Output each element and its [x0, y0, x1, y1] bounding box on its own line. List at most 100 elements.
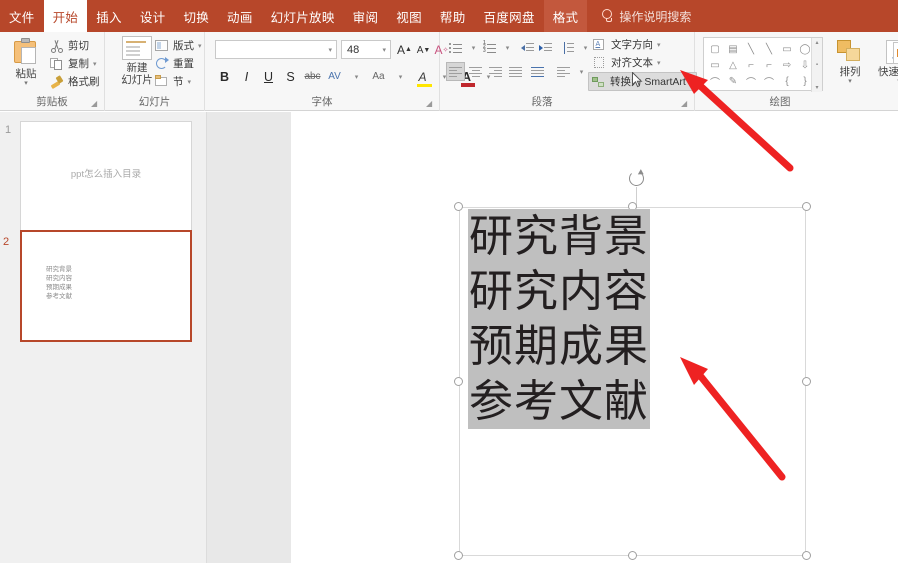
chevron-down-icon[interactable]: ▾ [690, 78, 694, 86]
shapes-scrollbar[interactable]: ▴ ▪ ▾ [811, 38, 822, 92]
line-spacing-button[interactable] [558, 38, 577, 57]
shape-curve[interactable]: ⌒ [742, 73, 760, 89]
slide-textbox[interactable]: 研究背景 研究内容 预期成果 参考文献 [454, 169, 811, 560]
chevron-down-icon[interactable]: ▾ [198, 42, 202, 50]
shape-fill-icon[interactable] [893, 42, 898, 64]
resize-handle-bottom-right[interactable] [802, 551, 811, 560]
clipboard-dialog-launcher[interactable] [91, 99, 100, 108]
cut-button[interactable]: 剪切 [50, 38, 89, 53]
italic-button[interactable]: I [236, 66, 257, 87]
character-spacing-dropdown[interactable]: ▾ [346, 66, 367, 87]
scroll-up-icon[interactable]: ▴ [815, 39, 818, 46]
chevron-down-icon[interactable]: ▾ [24, 80, 28, 87]
tab-design[interactable]: 设计 [131, 0, 175, 32]
resize-handle-middle-right[interactable] [802, 377, 811, 386]
layout-button[interactable]: 版式 ▾ [155, 38, 202, 53]
align-center-button[interactable] [466, 62, 485, 81]
increase-font-size-button[interactable]: A ▲ [395, 40, 414, 59]
textbox-content[interactable]: 研究背景 研究内容 预期成果 参考文献 [468, 209, 650, 429]
shape-arc[interactable]: ⌒ [760, 73, 778, 89]
strikethrough-button[interactable]: abc [302, 66, 323, 87]
distribute-button[interactable] [528, 62, 547, 81]
resize-handle-bottom-left[interactable] [454, 551, 463, 560]
shape-elbow2[interactable]: ⌐ [760, 57, 778, 73]
shape-scribble[interactable]: ✎ [724, 73, 742, 89]
slide-thumbnail-1[interactable]: ppt怎么插入目录 [20, 121, 192, 233]
tab-slideshow[interactable]: 幻灯片放映 [262, 0, 344, 32]
copy-button[interactable]: 复制 ▾ [50, 56, 97, 71]
text-direction-button[interactable]: A 文字方向 ▾ [590, 36, 664, 53]
tab-animations[interactable]: 动画 [218, 0, 262, 32]
increase-indent-button[interactable] [536, 38, 555, 57]
decrease-font-size-button[interactable]: A ▼ [414, 41, 433, 60]
shape-arrow-right[interactable]: ⇨ [778, 57, 796, 73]
chevron-down-icon[interactable]: ▾ [657, 41, 661, 49]
align-right-button[interactable] [486, 62, 505, 81]
tab-transitions[interactable]: 切换 [174, 0, 218, 32]
font-name-input[interactable]: ▾ [215, 40, 337, 59]
chevron-down-icon[interactable]: ▾ [188, 78, 192, 86]
new-slide-button[interactable]: 新建 幻灯片 [113, 36, 161, 96]
rotate-handle-icon[interactable] [628, 169, 646, 208]
tab-home[interactable]: 开始 [43, 0, 88, 32]
resize-handle-bottom-center[interactable] [628, 551, 637, 560]
shape-left-brace[interactable]: { [778, 73, 796, 89]
shapes-gallery[interactable]: ▢ ▤ ╲ ╲ ▭ ◯ ▭ △ ⌐ ⌐ ⇨ ⇩ ⌒ ✎ ⌒ ⌒ { } ▴ ▪ … [703, 37, 823, 92]
resize-handle-top-right[interactable] [802, 202, 811, 211]
shape-line[interactable]: ╲ [742, 41, 760, 57]
tab-view[interactable]: 视图 [387, 0, 431, 32]
shape-rect[interactable]: ▢ [706, 41, 724, 57]
resize-handle-top-left[interactable] [454, 202, 463, 211]
tab-insert[interactable]: 插入 [87, 0, 131, 32]
text-shadow-button[interactable]: S [280, 66, 301, 87]
scroll-more-icon[interactable]: ▾ [815, 84, 818, 91]
resize-handle-middle-left[interactable] [454, 377, 463, 386]
justify-button[interactable] [506, 62, 525, 81]
arrange-button[interactable]: 排列 ▾ [828, 37, 872, 95]
tab-file[interactable]: 文件 [0, 0, 44, 32]
tab-format[interactable]: 格式 [543, 0, 588, 32]
shape-elbow[interactable]: ⌐ [742, 57, 760, 73]
columns-button[interactable] [554, 62, 573, 81]
decrease-indent-icon [521, 42, 534, 53]
tell-me-search[interactable]: 操作说明搜索 [587, 0, 699, 32]
align-left-button[interactable] [446, 62, 465, 81]
slide-thumbnail-2[interactable]: 研究背景 研究内容 预期成果 参考文献 [20, 230, 192, 342]
tab-help[interactable]: 帮助 [431, 0, 475, 32]
underline-button[interactable]: U [258, 66, 279, 87]
format-painter-button[interactable]: 格式刷 [50, 74, 100, 89]
group-label-paragraph: 段落 [531, 96, 553, 108]
slide-2-line-3: 预期成果 [46, 284, 72, 291]
change-case-dropdown[interactable]: ▾ [390, 66, 411, 87]
tab-baidu-netdisk[interactable]: 百度网盘 [475, 0, 544, 32]
text-highlight-button[interactable]: A [412, 66, 433, 87]
shape-arrow[interactable]: ╲ [760, 41, 778, 57]
chevron-down-icon[interactable]: ▾ [382, 46, 386, 54]
chevron-down-icon[interactable]: ▾ [848, 78, 852, 85]
shape-freeform[interactable]: ⌒ [706, 73, 724, 89]
shape-rectangle2[interactable]: ▭ [706, 57, 724, 73]
bold-button[interactable]: B [214, 66, 235, 87]
chevron-down-icon[interactable]: ▾ [93, 60, 97, 68]
scroll-thumb[interactable]: ▪ [816, 62, 818, 68]
decrease-indent-button[interactable] [518, 38, 537, 57]
character-spacing-button[interactable]: AV [324, 66, 345, 87]
text-direction-icon: A [593, 38, 607, 52]
reset-button[interactable]: 重置 [155, 56, 194, 71]
chevron-down-icon[interactable]: ▾ [328, 46, 332, 54]
section-button[interactable]: 节 ▾ [155, 74, 191, 89]
shape-triangle[interactable]: △ [724, 57, 742, 73]
numbering-button[interactable]: 1 2 3 [480, 38, 499, 57]
font-size-input[interactable]: 48 ▾ [341, 40, 391, 59]
paste-button[interactable]: 粘贴 ▾ [6, 36, 46, 92]
numbering-dropdown[interactable]: ▾ [498, 38, 517, 57]
change-case-button[interactable]: Aa [368, 66, 389, 87]
shape-textbox[interactable]: ▤ [724, 41, 742, 57]
chevron-down-icon[interactable]: ▾ [657, 59, 661, 67]
slide-thumbnail-pane[interactable]: 1 ppt怎么插入目录 2 研究背景 研究内容 预期成果 参考文献 [0, 112, 207, 563]
align-text-button[interactable]: 对齐文本 ▾ [590, 54, 664, 71]
bullets-button[interactable] [446, 38, 465, 57]
shape-rounded-rect[interactable]: ▭ [778, 41, 796, 57]
tab-review[interactable]: 审阅 [344, 0, 388, 32]
paragraph-dialog-launcher[interactable] [681, 99, 690, 108]
